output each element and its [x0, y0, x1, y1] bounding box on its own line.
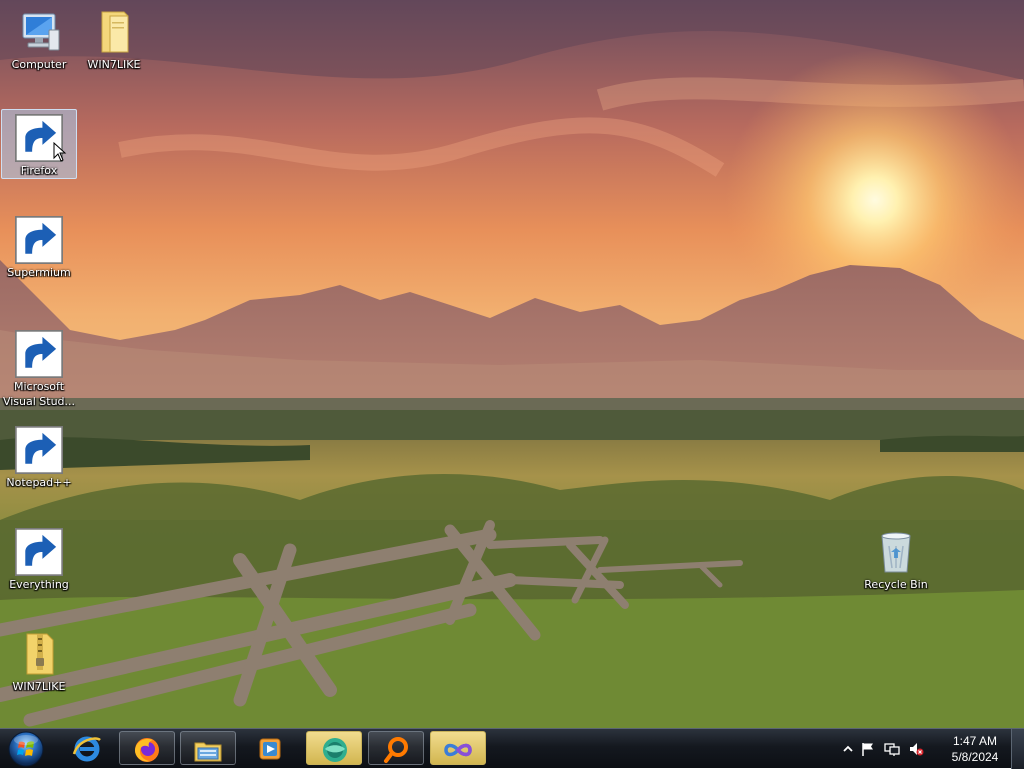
shortcut-arrow-icon	[15, 528, 63, 576]
desktop-icon-win7like-folder[interactable]: WIN7LIKE	[76, 4, 152, 72]
clock[interactable]: 1:47 AM 5/8/2024	[940, 733, 1010, 765]
desktop-icon-supermium[interactable]: Supermium	[1, 212, 77, 280]
notepadpp-icon	[15, 426, 63, 474]
desktop[interactable]: Computer WIN7LIKE Firefox Supermium Micr…	[0, 0, 1024, 728]
network-icon[interactable]	[884, 741, 900, 757]
firefox-icon	[15, 114, 67, 162]
taskbar-button-visual-studio[interactable]	[430, 731, 486, 765]
volume-muted-icon[interactable]	[908, 741, 924, 757]
zip-folder-icon	[15, 630, 63, 678]
desktop-icon-label: Computer	[11, 58, 67, 71]
desktop-icon-label: Recycle Bin	[864, 578, 928, 591]
taskbar-button-explorer[interactable]	[180, 731, 236, 765]
mouse-cursor-icon	[53, 142, 67, 162]
action-center-flag-icon[interactable]	[860, 741, 876, 757]
clock-date: 5/8/2024	[951, 750, 999, 764]
internet-explorer-icon	[72, 736, 101, 762]
desktop-icon-label: Microsoft Visual Stud...	[2, 380, 76, 408]
visual-studio-icon	[444, 743, 472, 757]
taskbar-button-firefox[interactable]	[119, 731, 175, 765]
desktop-icon-label: Supermium	[7, 266, 71, 279]
supermium-icon	[15, 216, 63, 264]
explorer-folder-icon	[194, 742, 222, 762]
everything-icon	[384, 737, 408, 763]
taskbar-button-media-player[interactable]	[243, 731, 299, 765]
desktop-icon-computer[interactable]: Computer	[1, 4, 77, 72]
desktop-icon-firefox[interactable]: Firefox	[1, 109, 77, 179]
shortcut-arrow-icon	[15, 216, 63, 264]
folder-icon	[90, 8, 138, 56]
desktop-icon-everything[interactable]: Everything	[1, 524, 77, 592]
shortcut-arrow-icon	[15, 426, 63, 474]
wallpaper	[0, 0, 1024, 728]
visual-studio-icon	[15, 330, 63, 378]
desktop-icon-label: Notepad++	[6, 476, 72, 489]
start-button[interactable]	[6, 730, 46, 768]
everything-icon	[15, 528, 63, 576]
desktop-icon-label: Everything	[9, 578, 69, 591]
desktop-icon-label: WIN7LIKE	[12, 680, 66, 693]
desktop-icon-label: WIN7LIKE	[87, 58, 141, 71]
taskbar-button-supermium[interactable]	[306, 731, 362, 765]
taskbar-button-everything[interactable]	[368, 731, 424, 765]
start-orb-icon	[8, 731, 44, 767]
desktop-icon-label: Firefox	[20, 164, 58, 177]
desktop-icon-visual-studio[interactable]: Microsoft Visual Stud...	[1, 326, 77, 409]
show-hidden-icons-chevron-icon[interactable]	[840, 741, 856, 757]
taskbar-button-internet-explorer[interactable]	[60, 731, 116, 765]
desktop-icon-recycle-bin[interactable]: Recycle Bin	[858, 524, 934, 592]
firefox-icon	[135, 738, 159, 762]
desktop-icon-notepadpp[interactable]: Notepad++	[1, 422, 77, 490]
taskbar: 1:47 AM 5/8/2024	[0, 728, 1024, 769]
clock-time: 1:47 AM	[952, 734, 998, 748]
recycle-bin-icon	[872, 528, 920, 576]
media-player-icon	[259, 738, 281, 760]
shortcut-arrow-icon	[15, 330, 63, 378]
show-desktop-button[interactable]	[1011, 729, 1024, 769]
desktop-icon-win7like-zip[interactable]: WIN7LIKE	[1, 626, 77, 694]
notification-area: 1:47 AM 5/8/2024	[840, 729, 1010, 769]
supermium-icon	[323, 738, 347, 762]
computer-icon	[15, 8, 63, 56]
